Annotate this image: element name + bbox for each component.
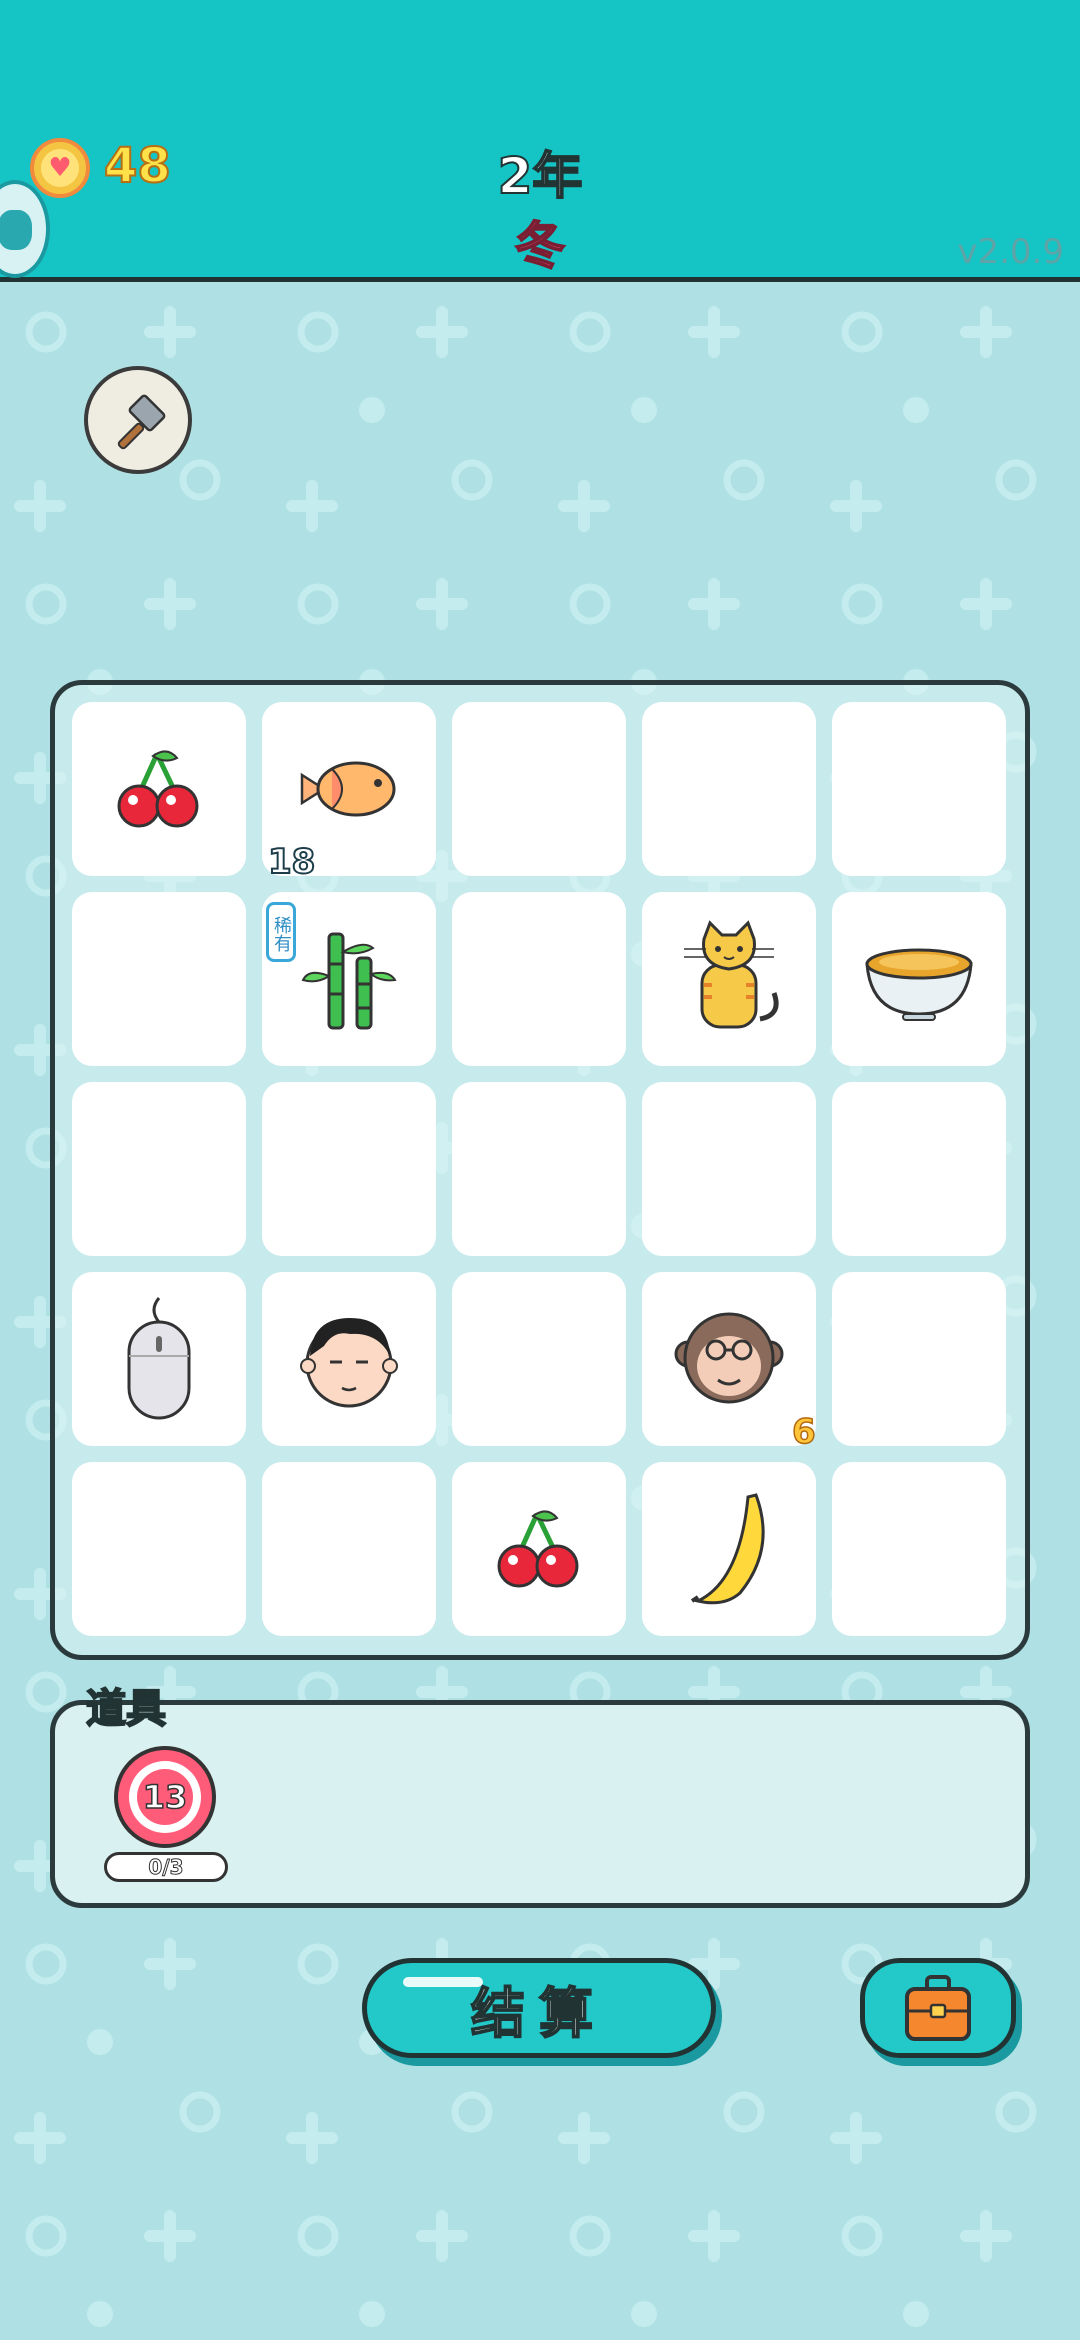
hammer-icon — [117, 394, 166, 450]
top-bar: ♥ 48 2年 冬 v2.0.9 — [0, 0, 1080, 282]
rare-badge: 稀有 — [266, 902, 296, 962]
board-cell[interactable] — [832, 892, 1006, 1066]
target-icon: 13 — [129, 1761, 201, 1833]
board-cell[interactable] — [832, 1082, 1006, 1256]
briefcase-icon — [905, 1975, 971, 2041]
version-label: v2.0.9 — [957, 232, 1064, 272]
cat-icon — [684, 920, 779, 1029]
soup-bowl-icon — [865, 948, 973, 1021]
man-face-icon — [300, 1318, 398, 1408]
board-cell[interactable] — [832, 702, 1006, 876]
props-label: 道具 — [85, 1685, 167, 1733]
item-count: 6 — [791, 1411, 816, 1453]
board-cell[interactable] — [452, 1272, 626, 1446]
board-cell[interactable] — [832, 1462, 1006, 1636]
target-prop-button[interactable]: 13 — [114, 1746, 216, 1848]
fish-icon — [300, 761, 396, 817]
prop-uses-counter: 0/3 — [104, 1852, 228, 1882]
board-cell[interactable] — [452, 1462, 626, 1636]
board-cell[interactable] — [72, 1082, 246, 1256]
cherry-icon — [117, 750, 199, 828]
board-cell[interactable] — [642, 1082, 816, 1256]
board-cell[interactable] — [72, 1462, 246, 1636]
computer-mouse-icon — [127, 1297, 191, 1420]
settle-button[interactable]: 结算 — [362, 1958, 716, 2058]
item-count: 18 — [267, 841, 316, 883]
board-cell[interactable] — [72, 1272, 246, 1446]
board-cell[interactable] — [452, 702, 626, 876]
board-cell[interactable] — [262, 1082, 436, 1256]
board-cell[interactable] — [72, 892, 246, 1066]
board-cell[interactable] — [642, 892, 816, 1066]
monkey-icon — [674, 1312, 784, 1404]
year-label: 2年 — [497, 146, 584, 206]
cherry-icon — [497, 1510, 579, 1588]
board-cell[interactable] — [452, 1082, 626, 1256]
board-cell[interactable] — [642, 1272, 816, 1446]
banana-icon — [690, 1493, 765, 1605]
board-cell[interactable] — [642, 702, 816, 876]
board-cell[interactable] — [72, 702, 246, 876]
target-number: 13 — [137, 1769, 193, 1825]
board-cell[interactable] — [452, 892, 626, 1066]
board-cell[interactable] — [832, 1272, 1006, 1446]
settle-button-label: 结算 — [470, 1981, 607, 2046]
board-cell[interactable] — [262, 1272, 436, 1446]
bag-button[interactable] — [860, 1958, 1016, 2058]
board-cell[interactable] — [642, 1462, 816, 1636]
bamboo-icon — [301, 932, 397, 1030]
board-cell[interactable] — [262, 1462, 436, 1636]
season-label: 冬 — [514, 216, 566, 276]
hammer-button[interactable] — [84, 366, 192, 474]
